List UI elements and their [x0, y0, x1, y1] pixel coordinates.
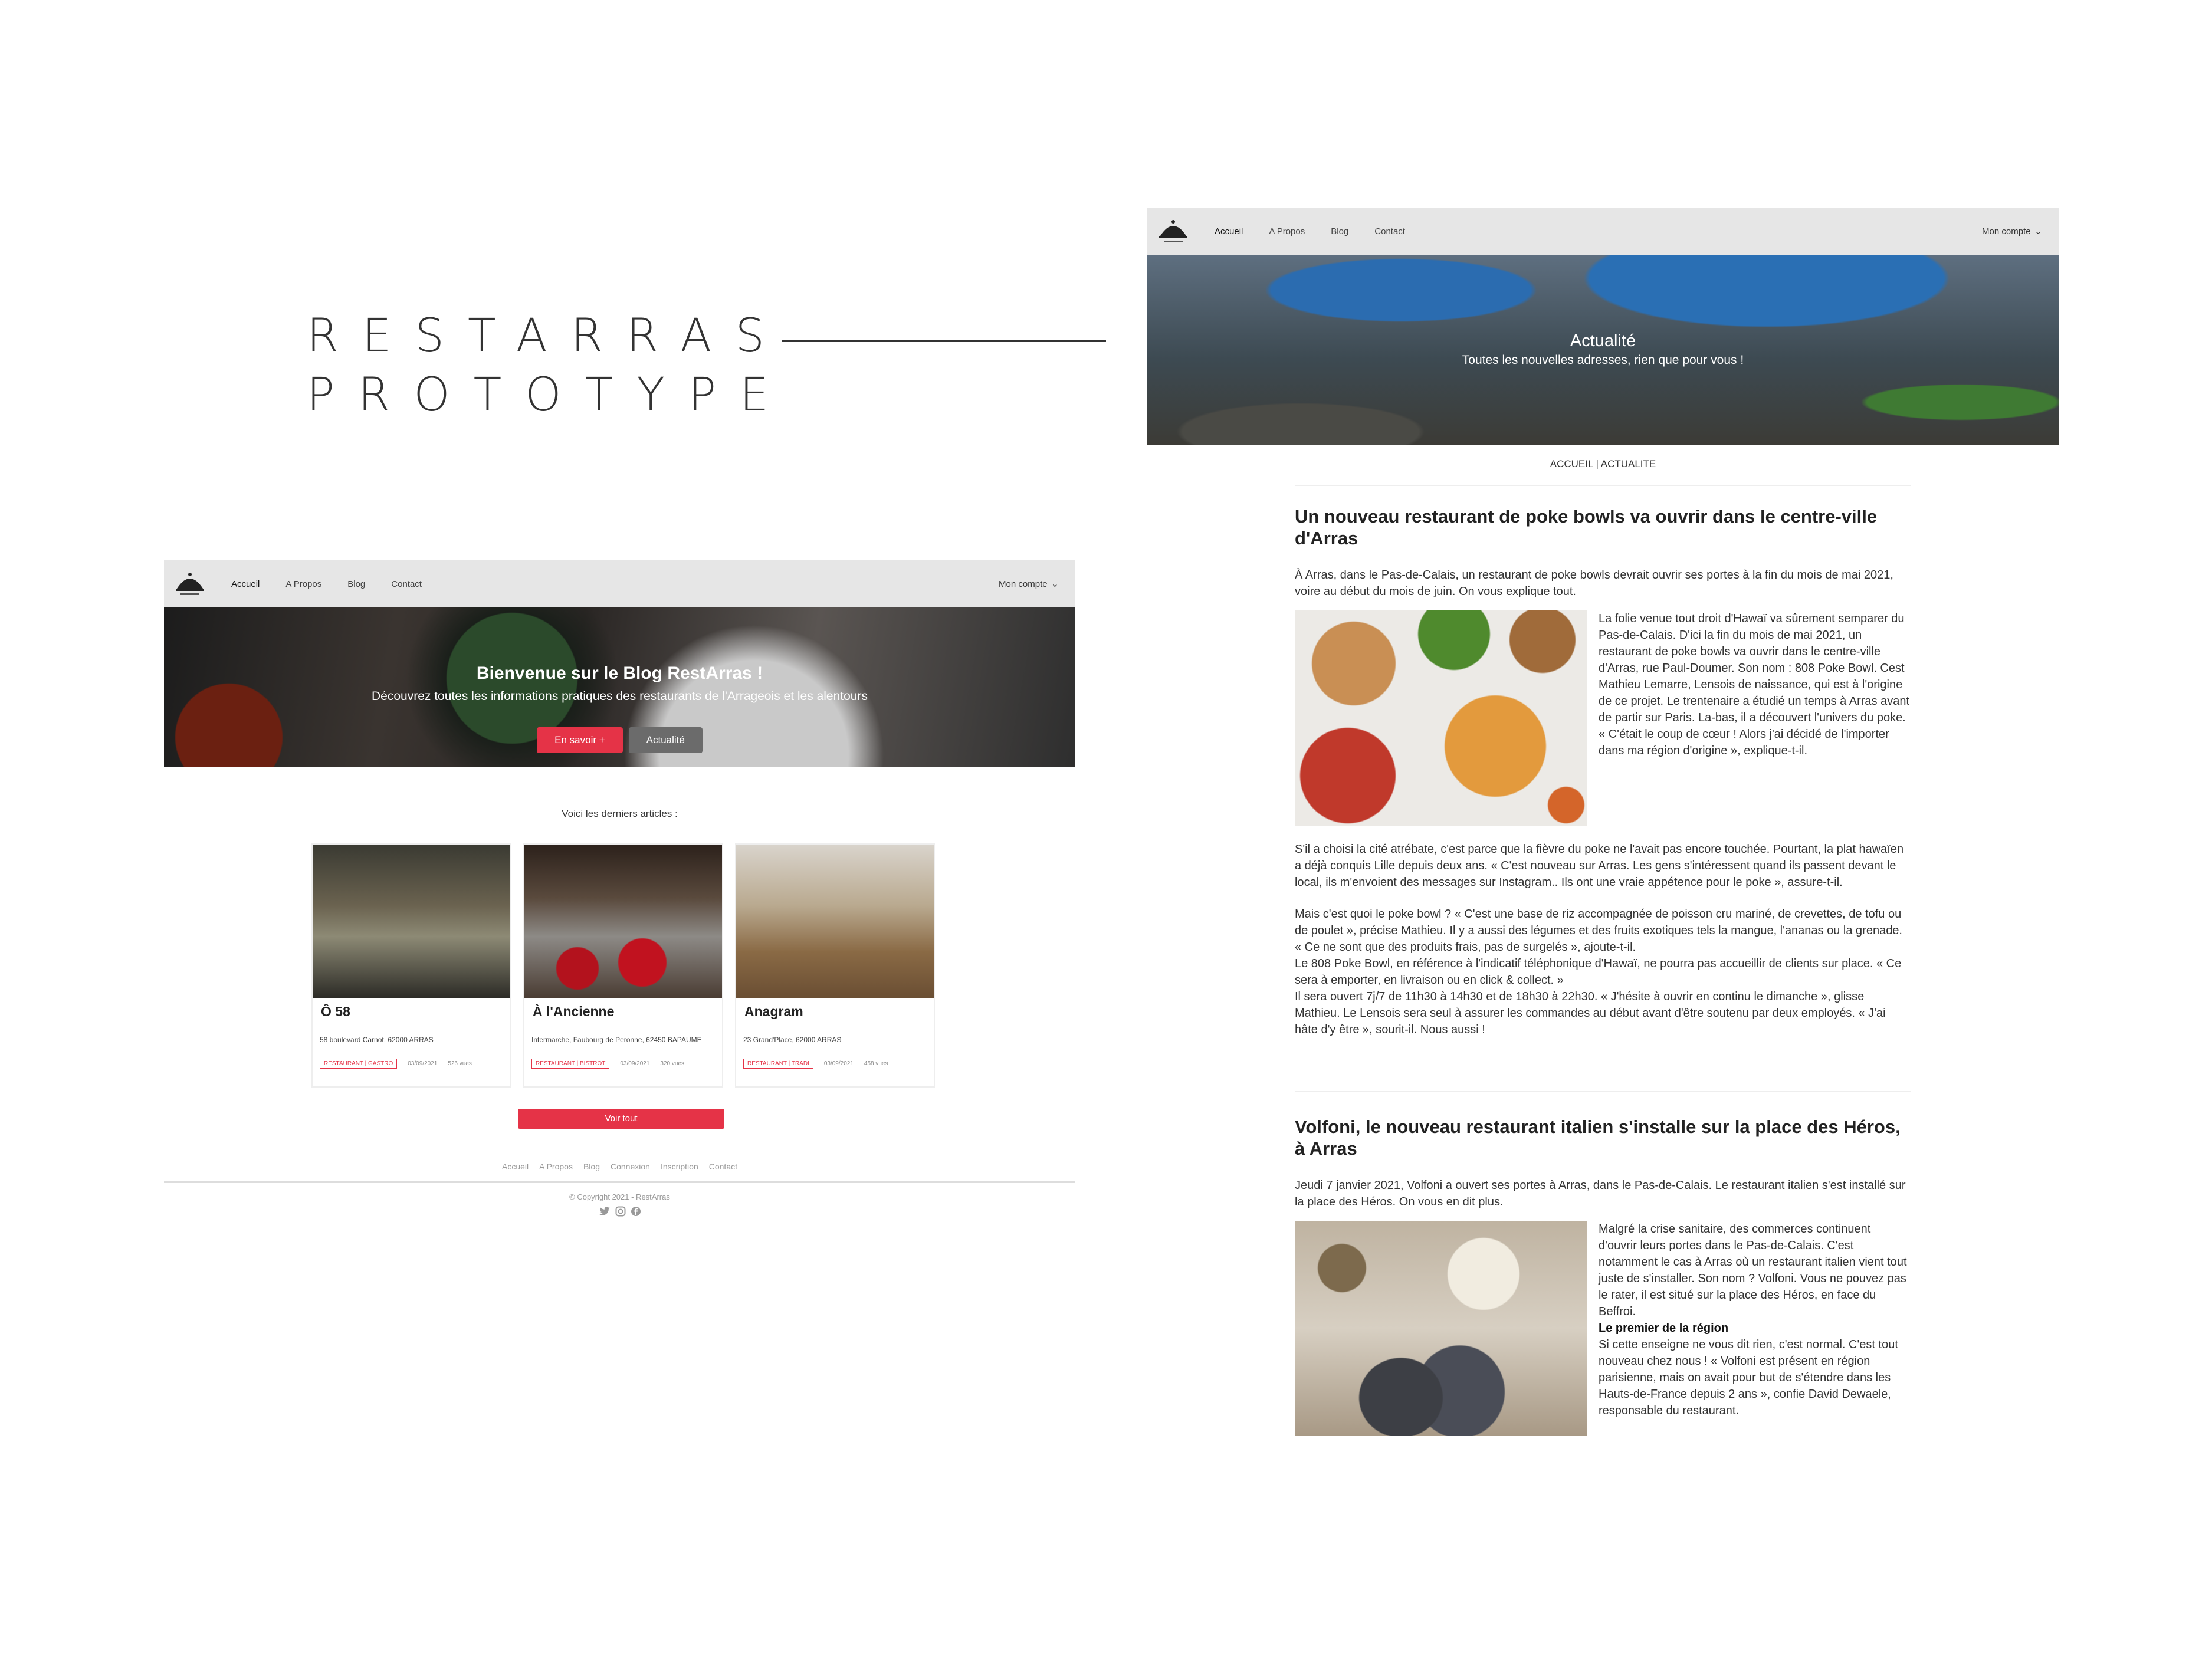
- article-card[interactable]: À l'Ancienne Intermarche, Faubourg de Pe…: [523, 843, 723, 1088]
- logo[interactable]: [172, 566, 208, 602]
- nav-contact[interactable]: Contact: [391, 579, 422, 589]
- article-lead: À Arras, dans le Pas-de-Calais, un resta…: [1295, 569, 1893, 598]
- presentation-title-line2: PROTOTYPE: [307, 369, 793, 422]
- logo[interactable]: [1156, 213, 1191, 249]
- news-button[interactable]: Actualité: [628, 727, 703, 753]
- nav-blog[interactable]: Blog: [347, 579, 365, 589]
- hero-title: Actualité: [1570, 331, 1636, 350]
- nav-about[interactable]: A Propos: [285, 579, 321, 589]
- category-tag[interactable]: RESTAURANT | GASTRO: [320, 1059, 398, 1069]
- navbar: Accueil A Propos Blog Contact Mon compte…: [1147, 208, 2059, 255]
- nav-home[interactable]: Accueil: [1215, 226, 1243, 236]
- social-links: [164, 1206, 1075, 1220]
- divider: [1295, 1091, 1911, 1092]
- divider-line: [782, 340, 1106, 342]
- card-title: À l'Ancienne: [533, 1004, 615, 1019]
- article-subheading: Le premier de la région: [1599, 1322, 1729, 1335]
- article-card[interactable]: Anagram 23 Grand'Place, 62000 ARRAS REST…: [735, 843, 935, 1088]
- nav-contact[interactable]: Contact: [1374, 226, 1405, 236]
- card-title: Anagram: [744, 1004, 803, 1019]
- card-views: 526 vues: [448, 1060, 472, 1067]
- poke-bowl-photo: [1295, 610, 1587, 826]
- article-paragraph: Mais c'est quoi le poke bowl ? « C'est u…: [1295, 908, 1902, 954]
- restaurant-photo: [313, 845, 510, 998]
- footer-link-login[interactable]: Connexion: [611, 1162, 650, 1171]
- twitter-icon[interactable]: [599, 1206, 611, 1220]
- breadcrumb[interactable]: ACCUEIL | ACTUALITE: [1147, 458, 2059, 470]
- chevron-down-icon: ⌄: [1051, 579, 1059, 589]
- card-date: 03/09/2021: [620, 1060, 650, 1067]
- card-views: 458 vues: [864, 1060, 888, 1067]
- article-body: Malgré la crise sanitaire, des commerces…: [1599, 1221, 1911, 1436]
- restaurant-photo: [736, 845, 934, 998]
- hero-subtitle: Toutes les nouvelles adresses, rien que …: [1462, 353, 1744, 367]
- card-views: 320 vues: [660, 1060, 685, 1067]
- article-paragraph: Le 808 Poke Bowl, en référence à l'indic…: [1295, 957, 1902, 987]
- restaurant-photo: [524, 845, 722, 998]
- account-menu[interactable]: Mon compte ⌄: [1982, 225, 2042, 237]
- nav-about[interactable]: A Propos: [1269, 226, 1305, 236]
- hero-banner: Actualité Toutes les nouvelles adresses,…: [1147, 255, 2059, 445]
- footer-link-blog[interactable]: Blog: [583, 1162, 600, 1171]
- account-menu[interactable]: Mon compte ⌄: [999, 578, 1059, 590]
- see-all-button[interactable]: Voir tout: [518, 1109, 724, 1129]
- nav-blog[interactable]: Blog: [1331, 226, 1348, 236]
- presentation-title-line1: RESTARRAS: [307, 310, 789, 363]
- article-title[interactable]: Un nouveau restaurant de poke bowls va o…: [1295, 505, 1911, 549]
- footer-link-signup[interactable]: Inscription: [661, 1162, 698, 1171]
- category-tag[interactable]: RESTAURANT | BISTROT: [531, 1059, 610, 1069]
- card-title: Ô 58: [321, 1004, 350, 1019]
- article-cards: Ô 58 58 boulevard Carnot, 62000 ARRAS RE…: [311, 843, 935, 1088]
- account-label: Mon compte: [1982, 226, 2031, 236]
- hero-title: Bienvenue sur le Blog RestArras !: [476, 663, 763, 683]
- article-lead: Jeudi 7 janvier 2021, Volfoni a ouvert s…: [1295, 1179, 1906, 1208]
- article-body-text: Si cette enseigne ne vous dit rien, c'es…: [1599, 1338, 1898, 1417]
- nav-home[interactable]: Accueil: [231, 579, 260, 589]
- latest-articles-intro: Voici les derniers articles :: [562, 808, 678, 819]
- hero-subtitle: Découvrez toutes les informations pratiq…: [372, 689, 868, 703]
- news-article: Un nouveau restaurant de poke bowls va o…: [1295, 505, 1911, 1038]
- card-address: Intermarche, Faubourg de Peronne, 62450 …: [531, 1036, 702, 1044]
- article-body: La folie venue tout droit d'Hawaï va sûr…: [1599, 612, 1909, 757]
- facebook-icon[interactable]: [631, 1206, 641, 1220]
- divider: [1295, 485, 1911, 486]
- account-label: Mon compte: [999, 579, 1048, 589]
- learn-more-button[interactable]: En savoir +: [537, 727, 623, 753]
- card-address: 58 boulevard Carnot, 62000 ARRAS: [320, 1036, 434, 1044]
- navbar: Accueil A Propos Blog Contact Mon compte…: [164, 560, 1075, 607]
- article-paragraph: S'il a choisi la cité atrébate, c'est pa…: [1295, 843, 1904, 889]
- footer-links: Accueil A Propos Blog Connexion Inscript…: [164, 1162, 1075, 1171]
- restaurant-owners-photo: [1295, 1221, 1587, 1436]
- home-page-mockup: Accueil A Propos Blog Contact Mon compte…: [164, 560, 1075, 1238]
- card-address: 23 Grand'Place, 62000 ARRAS: [743, 1036, 842, 1044]
- news-article: Volfoni, le nouveau restaurant italien s…: [1295, 1116, 1911, 1436]
- category-tag[interactable]: RESTAURANT | TRADI: [743, 1059, 813, 1069]
- news-page-mockup: Accueil A Propos Blog Contact Mon compte…: [1147, 208, 2059, 1481]
- hero-banner: Bienvenue sur le Blog RestArras ! Découv…: [164, 607, 1075, 767]
- article-card[interactable]: Ô 58 58 boulevard Carnot, 62000 ARRAS RE…: [311, 843, 511, 1088]
- footer-link-home[interactable]: Accueil: [502, 1162, 529, 1171]
- copyright: © Copyright 2021 - RestArras: [569, 1192, 670, 1201]
- chevron-down-icon: ⌄: [2034, 226, 2042, 236]
- footer-link-contact[interactable]: Contact: [709, 1162, 737, 1171]
- card-date: 03/09/2021: [408, 1060, 438, 1067]
- article-title[interactable]: Volfoni, le nouveau restaurant italien s…: [1295, 1116, 1911, 1159]
- footer-divider: [164, 1181, 1075, 1183]
- footer-link-about[interactable]: A Propos: [539, 1162, 573, 1171]
- instagram-icon[interactable]: [615, 1206, 626, 1220]
- card-date: 03/09/2021: [823, 1060, 854, 1067]
- presentation-title: RESTARRAS PROTOTYPE: [307, 307, 793, 425]
- article-body-text: Malgré la crise sanitaire, des commerces…: [1599, 1223, 1907, 1318]
- article-paragraph: Il sera ouvert 7j/7 de 11h30 à 14h30 et …: [1295, 990, 1886, 1036]
